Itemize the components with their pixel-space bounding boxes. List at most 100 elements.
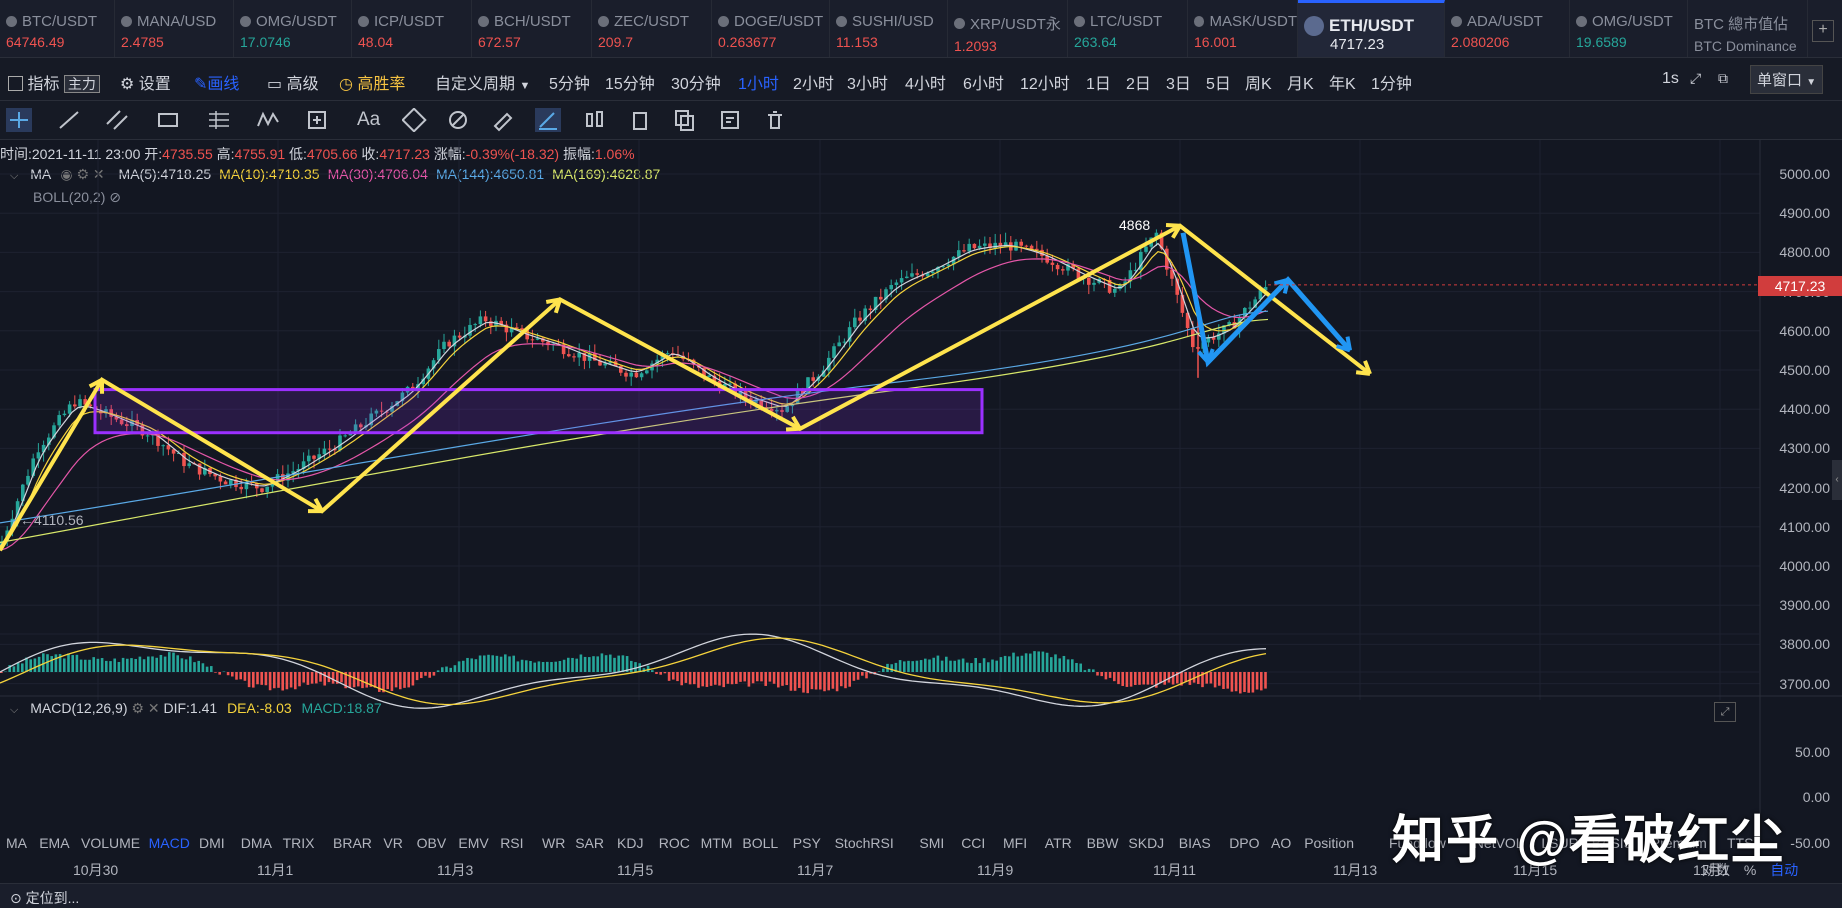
price-chart[interactable] (0, 140, 1842, 883)
indicator-tab[interactable]: WR (542, 835, 565, 851)
ticker-tab[interactable]: DOGE/USDT0.263677 (712, 0, 830, 57)
period-option[interactable]: 5分钟 (549, 70, 590, 94)
indicator-tab[interactable]: SAR (575, 835, 604, 851)
rectangle-icon[interactable] (156, 108, 182, 132)
ticker-tab[interactable]: OMG/USDT17.0746 (234, 0, 352, 57)
indicator-tab[interactable]: MACD (149, 835, 190, 851)
settings-button[interactable]: ⚙ 设置 (120, 70, 171, 94)
expand-pane-icon[interactable]: ⤢ (1714, 702, 1736, 722)
indicator-tab[interactable]: StochRSI (835, 835, 894, 851)
period-option[interactable]: 5日 (1206, 70, 1231, 94)
indicator-tab[interactable]: KDJ (617, 835, 643, 851)
draw-mode-icon[interactable] (535, 108, 561, 132)
ticker-tab[interactable]: ZEC/USDT209.7 (592, 0, 712, 57)
trend-line-icon[interactable] (56, 108, 82, 132)
indicator-tab[interactable]: BOLL (742, 835, 778, 851)
period-option[interactable]: 6小时 (963, 70, 1004, 94)
indicator-tab[interactable]: PSY (793, 835, 821, 851)
magnet-icon[interactable] (402, 108, 428, 132)
indicator-tab[interactable]: SKDJ (1128, 835, 1164, 851)
edit-note-icon[interactable] (718, 108, 744, 132)
crosshair-icon[interactable] (6, 108, 32, 132)
indicator-tab[interactable]: DPO (1229, 835, 1259, 851)
indicator-tab[interactable]: EMA (39, 835, 69, 851)
indicator-tab[interactable]: CCI (961, 835, 985, 851)
candles-icon[interactable] (582, 108, 608, 132)
period-option[interactable]: 12小时 (1020, 70, 1070, 94)
locate-button[interactable]: ⊙ 定位到... (10, 888, 79, 908)
text-tool-icon[interactable]: Aa (357, 109, 383, 133)
ticker-tab[interactable]: BTC/USDT64746.49 (0, 0, 115, 57)
indicator-tab[interactable]: Position (1304, 835, 1354, 851)
popout-icon[interactable]: ⧉ (1718, 70, 1728, 87)
indicator-tab[interactable]: ROC (659, 835, 690, 851)
side-collapse-handle[interactable]: ‹ (1832, 460, 1842, 500)
indicator-tab[interactable]: DMA (241, 835, 272, 851)
copy-icon[interactable] (672, 108, 698, 132)
ticker-tab[interactable]: OMG/USDT19.6589 (1570, 0, 1688, 57)
advanced-button[interactable]: ▭ 高级 (267, 70, 319, 94)
interval-selector[interactable]: 1s (1662, 70, 1679, 88)
period-option[interactable]: 周K (1245, 70, 1272, 94)
clipboard-icon[interactable] (628, 108, 654, 132)
trash-icon[interactable] (762, 108, 788, 132)
period-option[interactable]: 3日 (1166, 70, 1191, 94)
lock-drawings-icon[interactable] (446, 108, 472, 132)
period-option[interactable]: 4小时 (905, 70, 946, 94)
collapse-icon[interactable]: ⌵ (10, 704, 18, 716)
parallel-channel-icon[interactable] (104, 108, 130, 132)
period-option[interactable]: 15分钟 (605, 70, 655, 94)
eraser-icon[interactable] (490, 108, 516, 132)
indicator-tab[interactable]: MTM (701, 835, 733, 851)
fibonacci-icon[interactable] (206, 108, 232, 132)
ticker-tab[interactable]: ICP/USDT48.04 (352, 0, 472, 57)
indicator-tab[interactable]: EMV (458, 835, 488, 851)
gear-icon[interactable]: ⚙ (131, 700, 144, 716)
fullscreen-icon[interactable]: ⤢ (1690, 70, 1701, 87)
period-option[interactable]: 月K (1287, 70, 1314, 94)
period-option[interactable]: 1分钟 (1371, 70, 1412, 94)
ticker-tab[interactable]: BTC 總市值佔BTC Dominance (1688, 0, 1808, 57)
close-icon[interactable]: ✕ (148, 700, 160, 716)
ticker-tab[interactable]: ADA/USDT2.080206 (1445, 0, 1570, 57)
period-option[interactable]: 2日 (1126, 70, 1151, 94)
period-option[interactable]: 1日 (1086, 70, 1111, 94)
indicator-tab[interactable]: OBV (417, 835, 447, 851)
ticker-price: 0.263677 (718, 34, 829, 50)
draw-button[interactable]: ✎画线 (194, 70, 239, 94)
indicator-tab[interactable]: RSI (500, 835, 523, 851)
wave-icon[interactable] (256, 108, 282, 132)
ticker-tab[interactable]: LTC/USDT263.64 (1068, 0, 1188, 57)
period-option[interactable]: 1小时 (738, 70, 779, 94)
indicator-tab[interactable]: BRAR (333, 835, 372, 851)
indicator-tab[interactable]: SMI (919, 835, 944, 851)
ticker-tab[interactable]: SUSHI/USD11.153 (830, 0, 948, 57)
indicator-tab[interactable]: VOLUME (81, 835, 140, 851)
indicator-tab[interactable]: BBW (1087, 835, 1119, 851)
period-option[interactable]: 年K (1329, 70, 1356, 94)
indicator-tab[interactable]: MA (6, 835, 27, 851)
ticker-tab[interactable]: MANA/USD2.4785 (115, 0, 234, 57)
indicator-tab[interactable]: DMI (199, 835, 225, 851)
macd-bar (1071, 659, 1074, 672)
ticker-tab[interactable]: BCH/USDT672.57 (472, 0, 592, 57)
indicator-tab[interactable]: AO (1271, 835, 1291, 851)
indicator-tab[interactable]: VR (383, 835, 402, 851)
ticker-tab[interactable]: XRP/USDT永1.2093 (948, 0, 1068, 57)
ticker-tab[interactable]: ETH/USDT4717.23 (1298, 0, 1445, 57)
period-option[interactable]: 30分钟 (671, 70, 721, 94)
win-rate-button[interactable]: ◷ 高胜率 (339, 70, 405, 94)
ticker-tab[interactable]: MASK/USDT16.001 (1188, 0, 1298, 57)
indicator-tab[interactable]: BIAS (1179, 835, 1211, 851)
measure-icon[interactable] (306, 108, 332, 132)
macd-dea: DEA:-8.03 (227, 700, 292, 716)
indicator-button[interactable]: 指标 主力 (8, 70, 100, 94)
window-mode-dropdown[interactable]: 单窗口 ▼ (1750, 65, 1823, 94)
period-option[interactable]: 2小时 (793, 70, 834, 94)
custom-period-dropdown[interactable]: 自定义周期 ▼ (435, 70, 530, 94)
indicator-tab[interactable]: MFI (1003, 835, 1027, 851)
indicator-tab[interactable]: ATR (1045, 835, 1072, 851)
period-option[interactable]: 3小时 (847, 70, 888, 94)
indicator-tab[interactable]: TRIX (283, 835, 315, 851)
add-tab-button[interactable]: + (1812, 20, 1834, 42)
